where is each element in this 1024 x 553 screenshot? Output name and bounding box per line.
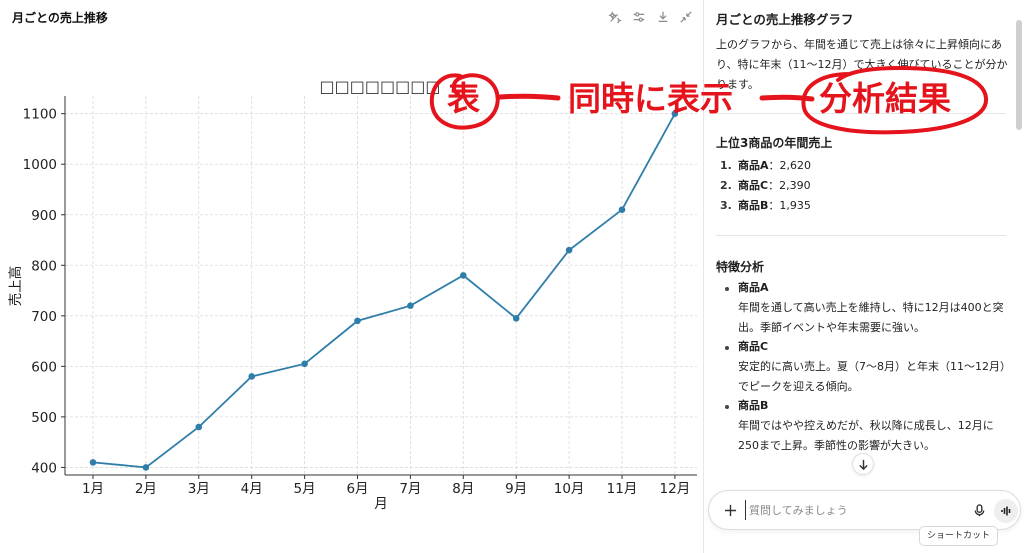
list-item: 商品C 安定的に高い売上。夏（7〜8月）と年末（11〜12月） でピークを迎える傾… [725,338,1015,397]
x-tick-label: 3月 [188,481,210,497]
sliders-icon[interactable] [631,9,647,25]
collapse-icon[interactable] [678,9,694,25]
list-item: 2. 商品C：2,390 [720,176,811,196]
y-tick-label: 500 [31,410,57,426]
series-line [92,113,676,469]
intro-line: り、特に年末（11〜12月）で大きく伸びていることが分か [716,58,1008,71]
panel-title: 月ごとの売上推移 [12,11,108,25]
annotation-label-analysis: 分析結果 [819,79,951,118]
microphone-button[interactable] [969,500,989,520]
desc-line: 年間を通して高い売上を維持し、特に12月は400と突 [738,301,1004,314]
features-heading: 特徴分析 [716,260,765,274]
features-list: 商品A 年間を通して高い売上を維持し、特に12月は400と突 出。季節イベントや年… [725,279,1015,456]
x-tick-label: 7月 [399,481,421,497]
y-tick-label: 400 [31,460,57,476]
data-point [407,302,414,310]
desc-line: 安定的に高い売上。夏（7〜8月）と年末（11〜12月） [738,360,1010,373]
shortcut-tooltip: ショートカット [919,526,999,546]
y-tick-label: 900 [31,208,57,224]
annotation-label-simultaneous: 同時に表示 [568,79,733,118]
y-tick-label: 1000 [23,157,57,173]
chart-grid [65,96,697,475]
data-point [89,459,97,466]
x-tick-label: 6月 [346,481,368,497]
top3-list: 1. 商品A：2,620 2. 商品C：2,390 3. 商品B：1,935 [720,156,811,216]
list-item: 1. 商品A：2,620 [720,156,811,176]
top3-heading: 上位3商品の年間売上 [716,136,833,150]
y-tick-label: 700 [31,309,57,325]
download-icon[interactable] [655,9,671,25]
data-point [354,317,361,325]
list-item: 商品B 年間ではやや控えめだが、秋以降に成長し、12月に 250まで上昇。季節性の… [725,397,1015,456]
x-tick-label: 5月 [294,481,316,497]
product-name: 商品C [738,179,769,192]
list-item: 商品A 年間を通して高い売上を維持し、特に12月は400と突 出。季節イベントや年… [725,279,1015,338]
data-point [248,373,255,380]
chat-composer [708,490,1021,530]
product-sales: ：2,390 [768,179,811,192]
x-tick-label: 12月 [660,481,691,497]
list-item: 3. 商品B：1,935 [720,196,811,216]
data-point [565,246,573,254]
chart-labels: 400 500 600 700 800 900 1000 1100 1月 2月 3月 4月 5月 6月 7月… [7,77,690,512]
add-attachment-button[interactable] [720,500,740,520]
annotation-label-table: 表 [447,79,480,118]
feature-name: 商品C [738,340,769,353]
desc-line: 年間ではやや控えめだが、秋以降に成長し、12月に [738,419,994,432]
data-point [618,206,626,213]
x-axis-label: 月 [374,496,388,512]
y-tick-label: 600 [31,359,57,375]
desc-line: 250まで上昇。季節性の影響が大きい。 [738,439,935,452]
arrow-down-icon [858,459,868,470]
scrollbar-thumb[interactable] [1016,20,1022,130]
x-tick-label: 1月 [82,481,104,497]
data-point [142,464,150,471]
x-tick-label: 8月 [452,481,474,497]
list-number: 1. [720,159,732,172]
chat-input[interactable] [745,500,945,520]
intro-line: 上のグラフから、年間を通じて売上は徐々に上昇傾向にあ [716,38,1002,51]
sparkle-edit-icon[interactable] [607,9,623,25]
chart-title: □□□□□□□□ [320,77,441,96]
list-number: 3. [720,199,732,212]
list-number: 2. [720,179,732,192]
product-name: 商品B [738,199,769,212]
product-sales: ：2,620 [768,159,812,172]
feature-desc: 年間を通して高い売上を維持し、特に12月は400と突 出。季節イベントや年末需要に… [738,298,1010,338]
analysis-heading: 月ごとの売上推移グラフ [716,12,854,27]
plus-icon [724,504,736,516]
product-sales: ：1,935 [768,199,811,212]
data-point [195,423,203,431]
divider [716,235,1006,236]
feature-name: 商品B [738,399,769,412]
feature-name: 商品A [738,281,769,294]
product-name: 商品A [738,159,769,172]
x-tick-label: 10月 [554,481,585,497]
x-tick-label: 2月 [135,481,157,497]
data-point [512,315,520,322]
x-tick-label: 9月 [505,481,527,497]
desc-line: 出。季節イベントや年末需要に強い。 [738,321,925,334]
scroll-down-button[interactable] [852,453,874,475]
x-tick-label: 4月 [241,481,263,497]
desc-line: でピークを迎える傾向。 [738,380,859,393]
data-point [301,360,308,368]
y-tick-label: 1100 [23,107,57,123]
data-point [460,272,467,279]
feature-desc: 年間ではやや控えめだが、秋以降に成長し、12月に 250まで上昇。季節性の影響が大… [738,416,1010,456]
y-tick-label: 800 [31,258,57,274]
x-tick-label: 11月 [607,481,638,497]
y-axis-label: 売上高 [7,266,24,307]
chart-axes [61,96,697,479]
microphone-icon [974,503,984,516]
voice-mode-button[interactable] [994,499,1018,523]
waveform-icon [1001,506,1011,516]
feature-desc: 安定的に高い売上。夏（7〜8月）と年末（11〜12月） でピークを迎える傾向。 [738,357,1010,397]
